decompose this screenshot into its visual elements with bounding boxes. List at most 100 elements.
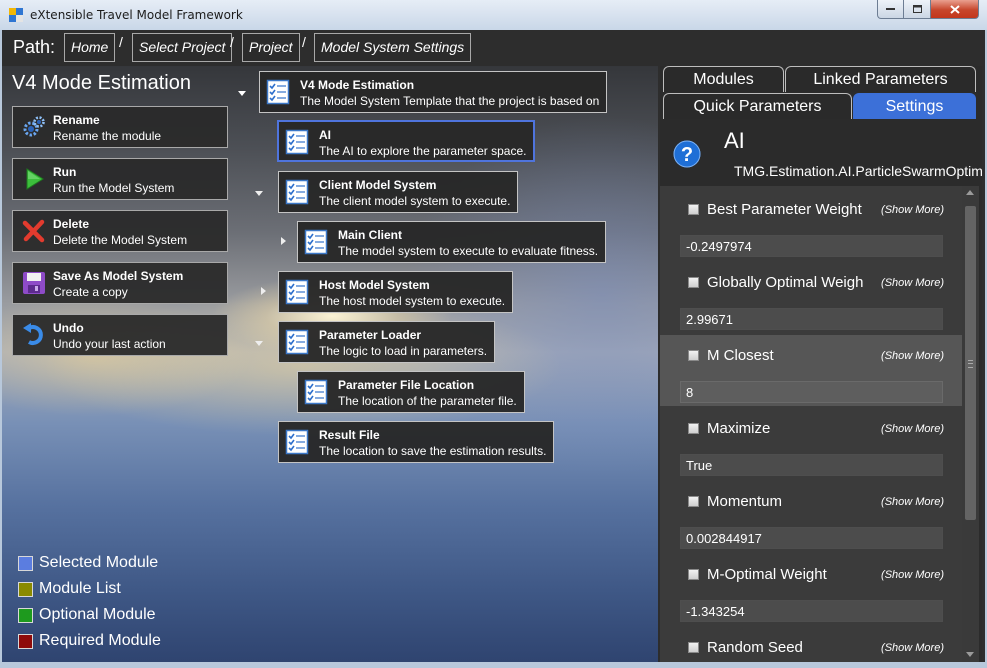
legend-label: Required Module xyxy=(39,632,161,649)
undo-button[interactable]: Undo Undo your last action xyxy=(12,314,228,356)
scroll-down-arrow-icon[interactable] xyxy=(966,652,974,657)
legend-label: Optional Module xyxy=(39,606,156,623)
module-node-parameter-file-location[interactable]: Parameter File Location The location of t… xyxy=(297,371,525,413)
checklist-icon xyxy=(303,229,329,255)
parameter-checkbox[interactable] xyxy=(688,496,699,507)
tab-settings[interactable]: Settings xyxy=(853,93,976,119)
parameter-label: M-Optimal Weight xyxy=(707,566,827,583)
parameter-checkbox[interactable] xyxy=(688,569,699,580)
window-title-bar[interactable]: eXtensible Travel Model Framework xyxy=(0,0,987,30)
breadcrumb: Path: Home / Select Project / Project / … xyxy=(2,30,985,66)
collapse-arrow-icon[interactable] xyxy=(261,287,266,295)
delete-x-icon xyxy=(21,218,47,244)
delete-button[interactable]: Delete Delete the Model System xyxy=(12,210,228,252)
parameter-checkbox[interactable] xyxy=(688,423,699,434)
module-node-main-client[interactable]: Main Client The model system to execute t… xyxy=(297,221,607,263)
parameter-row: Momentum (Show More) xyxy=(660,481,962,552)
parameter-value-input[interactable] xyxy=(680,308,943,330)
module-type: TMG.Estimation.AI.ParticleSwarmOptimi xyxy=(734,163,982,179)
parameter-row: Best Parameter Weight (Show More) xyxy=(660,189,962,260)
maximize-button[interactable] xyxy=(904,0,931,19)
run-button[interactable]: Run Run the Model System xyxy=(12,158,228,200)
module-node-parameter-loader[interactable]: Parameter Loader The logic to load in par… xyxy=(278,321,496,363)
parameter-row: Globally Optimal Weigh (Show More) xyxy=(660,262,962,333)
undo-icon xyxy=(21,322,47,348)
module-node-description: The logic to load in parameters. xyxy=(319,344,488,358)
breadcrumb-separator: / xyxy=(302,34,306,50)
checklist-icon xyxy=(303,379,329,405)
parameter-value-input[interactable] xyxy=(680,235,943,257)
show-more-link[interactable]: (Show More) xyxy=(872,642,944,654)
show-more-link[interactable]: (Show More) xyxy=(872,423,944,435)
parameter-value-input[interactable] xyxy=(680,381,943,403)
module-node-title: Main Client xyxy=(338,228,403,242)
help-icon[interactable]: ? xyxy=(673,140,701,168)
tab-linked-parameters[interactable]: Linked Parameters xyxy=(785,66,976,92)
legend-swatch xyxy=(18,582,33,597)
action-title: Rename xyxy=(53,113,100,127)
breadcrumb-select-project[interactable]: Select Project xyxy=(132,33,233,62)
module-node-client-model-system[interactable]: Client Model System The client model syst… xyxy=(278,171,519,213)
parameter-row: Maximize (Show More) xyxy=(660,408,962,479)
action-subtitle: Run the Model System xyxy=(53,181,175,195)
parameter-checkbox[interactable] xyxy=(688,204,699,215)
legend-swatch xyxy=(18,608,33,623)
gears-icon xyxy=(21,114,47,140)
parameter-label: Best Parameter Weight xyxy=(707,201,862,218)
parameter-value-input[interactable] xyxy=(680,600,943,622)
parameter-scrollbar[interactable] xyxy=(962,186,979,662)
module-node-result-file[interactable]: Result File The location to save the esti… xyxy=(278,421,555,463)
checklist-icon xyxy=(284,429,310,455)
breadcrumb-model-system-settings[interactable]: Model System Settings xyxy=(314,33,472,62)
show-more-link[interactable]: (Show More) xyxy=(872,569,944,581)
tab-quick-parameters[interactable]: Quick Parameters xyxy=(663,93,852,119)
module-node-host-model-system[interactable]: Host Model System The host model system t… xyxy=(278,271,514,313)
minimize-button[interactable] xyxy=(877,0,904,19)
parameter-value-input[interactable] xyxy=(680,454,943,476)
checklist-icon xyxy=(265,79,291,105)
show-more-link[interactable]: (Show More) xyxy=(872,350,944,362)
parameter-row: Random Seed (Show More) xyxy=(660,627,962,662)
checklist-icon xyxy=(284,279,310,305)
window-title: eXtensible Travel Model Framework xyxy=(30,8,243,22)
parameter-row: M-Optimal Weight (Show More) xyxy=(660,554,962,625)
collapse-arrow-icon[interactable] xyxy=(281,237,286,245)
parameter-checkbox[interactable] xyxy=(688,277,699,288)
show-more-link[interactable]: (Show More) xyxy=(872,277,944,289)
module-node-title: Client Model System xyxy=(319,178,437,192)
close-icon xyxy=(949,4,960,14)
expand-arrow-icon[interactable] xyxy=(255,191,263,196)
legend-label: Selected Module xyxy=(39,554,159,571)
module-node-title: Parameter File Location xyxy=(338,378,475,392)
parameter-label: Momentum xyxy=(707,493,783,510)
module-node-v4-mode-estimation[interactable]: V4 Mode Estimation The Model System Templ… xyxy=(259,71,608,113)
save-as-model-system-button[interactable]: Save As Model System Create a copy xyxy=(12,262,228,304)
module-node-description: The model system to execute to evaluate … xyxy=(338,244,599,258)
minimize-icon xyxy=(886,8,895,10)
show-more-link[interactable]: (Show More) xyxy=(872,204,944,216)
scroll-up-arrow-icon[interactable] xyxy=(966,190,974,195)
parameter-checkbox[interactable] xyxy=(688,350,699,361)
rename-button[interactable]: Rename Rename the module xyxy=(12,106,228,148)
parameter-list: Best Parameter Weight(Show More)Globally… xyxy=(660,186,962,662)
legend-swatch xyxy=(18,634,33,649)
tab-modules[interactable]: Modules xyxy=(663,66,784,92)
scrollbar-thumb[interactable] xyxy=(965,206,976,520)
close-button[interactable] xyxy=(931,0,979,19)
path-label: Path: xyxy=(13,37,56,57)
action-subtitle: Create a copy xyxy=(53,285,128,299)
parameter-value-input[interactable] xyxy=(680,527,943,549)
module-node-ai[interactable]: AI The AI to explore the parameter space. xyxy=(277,120,536,162)
play-icon xyxy=(21,166,47,192)
parameter-checkbox[interactable] xyxy=(688,642,699,653)
module-node-title: Result File xyxy=(319,428,380,442)
show-more-link[interactable]: (Show More) xyxy=(872,496,944,508)
grip-icon xyxy=(968,360,973,368)
breadcrumb-separator: / xyxy=(119,34,123,50)
breadcrumb-project[interactable]: Project xyxy=(242,33,300,62)
breadcrumb-home[interactable]: Home xyxy=(64,33,116,62)
chevron-down-icon[interactable] xyxy=(238,91,246,96)
module-node-description: The AI to explore the parameter space. xyxy=(319,144,527,158)
checklist-icon xyxy=(284,129,310,155)
expand-arrow-icon[interactable] xyxy=(255,341,263,346)
